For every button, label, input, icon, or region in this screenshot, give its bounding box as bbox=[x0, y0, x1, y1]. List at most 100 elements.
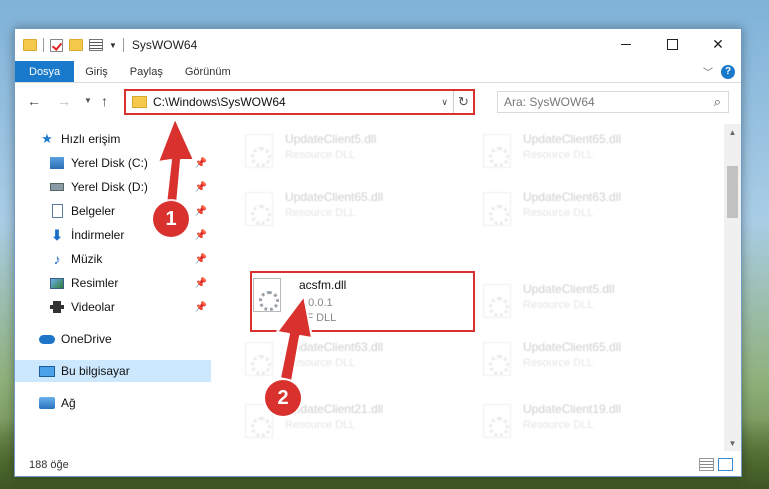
tab-file[interactable]: Dosya bbox=[15, 61, 75, 82]
dll-file-icon bbox=[245, 192, 273, 226]
recent-locations-chevron-icon[interactable]: ▼ bbox=[84, 96, 92, 105]
sidebar-item-pictures[interactable]: Resimler 📌 bbox=[15, 272, 211, 294]
file-item[interactable]: UpdateClient5.dll Resource DLL bbox=[475, 274, 705, 328]
step-badge-2: 2 bbox=[265, 380, 301, 416]
divider bbox=[122, 38, 124, 52]
scroll-down-icon[interactable]: ▼ bbox=[724, 435, 741, 451]
properties-icon[interactable] bbox=[89, 39, 103, 51]
sidebar-item-quick-access[interactable]: ★ Hızlı erişim bbox=[15, 128, 211, 150]
videos-icon bbox=[49, 300, 65, 314]
file-item[interactable]: UpdateClient65.dll Resource DLL bbox=[237, 182, 467, 236]
file-description: Resource DLL bbox=[523, 299, 594, 311]
sidebar-item-music[interactable]: ♪ Müzik 📌 bbox=[15, 248, 211, 270]
file-name: UpdateClient63.dll bbox=[523, 190, 622, 204]
pin-icon[interactable]: 📌 bbox=[195, 302, 207, 313]
file-description: Resource DLL bbox=[285, 357, 356, 369]
file-description: Resource DLL bbox=[285, 419, 356, 431]
file-name: UpdateClient65.dll bbox=[523, 340, 622, 354]
search-placeholder: Ara: SysWOW64 bbox=[504, 95, 595, 109]
folder-icon bbox=[23, 39, 37, 51]
dll-file-icon bbox=[483, 342, 511, 376]
new-folder-icon[interactable] bbox=[69, 39, 83, 51]
file-item[interactable]: UpdateClient63.dll Resource DLL bbox=[237, 332, 467, 386]
pin-icon[interactable]: 📌 bbox=[195, 206, 207, 217]
file-item[interactable]: UpdateClient63.dll Resource DLL bbox=[475, 182, 705, 236]
search-icon: ⌕ bbox=[713, 94, 721, 109]
tiles-view-icon[interactable] bbox=[718, 458, 733, 471]
pictures-icon bbox=[49, 276, 65, 290]
help-icon[interactable]: ? bbox=[721, 64, 735, 79]
minimize-button[interactable] bbox=[603, 29, 649, 59]
maximize-button[interactable] bbox=[649, 29, 695, 59]
sidebar-item-this-pc[interactable]: Bu bilgisayar bbox=[15, 360, 211, 382]
sidebar-item-network[interactable]: Ağ bbox=[15, 392, 211, 414]
up-arrow-icon[interactable]: ↑ bbox=[101, 93, 108, 109]
details-view-icon[interactable] bbox=[699, 458, 714, 471]
sidebar-item-label: Müzik bbox=[71, 252, 103, 266]
tab-view[interactable]: Görünüm bbox=[174, 61, 242, 82]
refresh-icon[interactable]: ↻ bbox=[453, 91, 473, 113]
sidebar-item-drive-c[interactable]: Yerel Disk (C:) 📌 bbox=[15, 152, 211, 174]
file-name: UpdateClient5.dll bbox=[523, 282, 615, 296]
address-path[interactable]: C:\Windows\SysWOW64 bbox=[153, 95, 436, 109]
step-badge-1: 1 bbox=[153, 201, 189, 237]
qat-chevron-down-icon[interactable]: ▼ bbox=[109, 41, 117, 50]
this-pc-icon bbox=[39, 364, 55, 378]
back-arrow-icon[interactable]: ← bbox=[27, 93, 41, 109]
network-icon bbox=[39, 396, 55, 410]
close-button[interactable]: ✕ bbox=[695, 29, 741, 59]
divider bbox=[43, 38, 44, 52]
sidebar-item-drive-d[interactable]: Yerel Disk (D:) 📌 bbox=[15, 176, 211, 198]
tab-home[interactable]: Giriş bbox=[74, 61, 119, 82]
drive-d-icon bbox=[49, 180, 65, 194]
expand-ribbon-icon[interactable]: ﹀ bbox=[703, 64, 713, 79]
explorer-window: ▼ SysWOW64 ✕ Dosya Giriş Paylaş Görünüm … bbox=[14, 28, 742, 477]
file-description: Resource DLL bbox=[285, 207, 356, 219]
sidebar-item-label: Bu bilgisayar bbox=[61, 364, 130, 378]
dll-file-icon bbox=[483, 284, 511, 318]
pin-icon[interactable]: 📌 bbox=[195, 182, 207, 193]
pin-icon[interactable]: 📌 bbox=[195, 158, 207, 169]
sidebar-item-label: OneDrive bbox=[61, 332, 112, 346]
highlight-box-file bbox=[250, 271, 475, 332]
sidebar-item-onedrive[interactable]: OneDrive bbox=[15, 328, 211, 350]
search-input[interactable]: Ara: SysWOW64 ⌕ bbox=[497, 91, 729, 113]
dll-file-icon bbox=[483, 404, 511, 438]
title-bar: ▼ SysWOW64 ✕ bbox=[15, 29, 741, 61]
window-controls: ✕ bbox=[603, 29, 741, 59]
quick-access-toolbar: ▼ bbox=[15, 38, 124, 52]
file-item[interactable]: UpdateClient65.dll Resource DLL bbox=[475, 332, 705, 386]
navigation-bar: ← → ▼ ↑ C:\Windows\SysWOW64 ∨ ↻ Ara: Sys… bbox=[15, 86, 741, 118]
file-description: Resource DLL bbox=[523, 207, 594, 219]
file-item[interactable]: UpdateClient5.dll Resource DLL bbox=[237, 124, 467, 178]
sidebar-item-videos[interactable]: Videolar 📌 bbox=[15, 296, 211, 318]
scroll-thumb[interactable] bbox=[727, 166, 738, 218]
dll-file-icon bbox=[483, 192, 511, 226]
sidebar-item-label: İndirmeler bbox=[71, 228, 125, 242]
ribbon-right: ﹀ ? bbox=[703, 64, 735, 79]
file-item[interactable]: UpdateClient65.dll Resource DLL bbox=[475, 124, 705, 178]
address-bar[interactable]: C:\Windows\SysWOW64 ∨ ↻ bbox=[124, 89, 475, 115]
file-name: UpdateClient65.dll bbox=[523, 132, 622, 146]
dll-file-icon bbox=[483, 134, 511, 168]
file-description: Resource DLL bbox=[523, 357, 594, 369]
view-switcher bbox=[699, 458, 733, 471]
file-description: Resource DLL bbox=[523, 149, 594, 161]
address-chevron-down-icon[interactable]: ∨ bbox=[436, 97, 453, 108]
tab-share[interactable]: Paylaş bbox=[119, 61, 174, 82]
pin-icon[interactable]: 📌 bbox=[195, 278, 207, 289]
file-name: UpdateClient65.dll bbox=[285, 190, 384, 204]
dll-file-icon bbox=[245, 342, 273, 376]
file-description: Resource DLL bbox=[285, 149, 356, 161]
ribbon-tabs: Dosya Giriş Paylaş Görünüm ﹀ ? bbox=[15, 61, 741, 83]
pin-icon[interactable]: 📌 bbox=[195, 254, 207, 265]
sidebar-item-label: Yerel Disk (D:) bbox=[71, 180, 148, 194]
forward-arrow-icon[interactable]: → bbox=[57, 93, 71, 109]
sidebar-item-label: Resimler bbox=[71, 276, 119, 290]
scroll-up-icon[interactable]: ▲ bbox=[724, 124, 741, 140]
pin-icon[interactable]: 📌 bbox=[195, 230, 207, 241]
file-item[interactable]: UpdateClient19.dll Resource DLL bbox=[475, 394, 705, 448]
properties-check-icon[interactable] bbox=[50, 38, 63, 52]
vertical-scrollbar[interactable]: ▲ ▼ bbox=[724, 124, 741, 451]
sidebar-item-label: Yerel Disk (C:) bbox=[71, 156, 148, 170]
